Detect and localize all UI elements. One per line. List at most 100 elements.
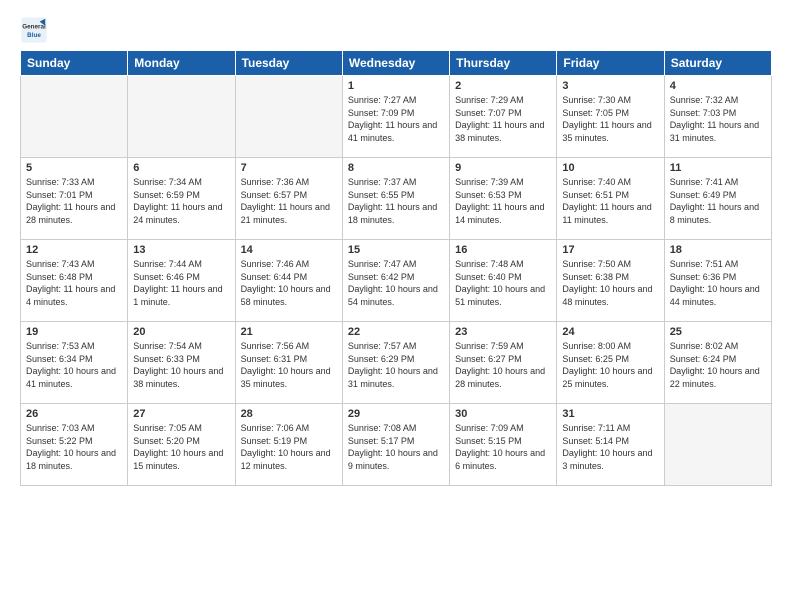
weekday-header-wednesday: Wednesday	[342, 51, 449, 76]
calendar-cell: 6 Sunrise: 7:34 AMSunset: 6:59 PMDayligh…	[128, 158, 235, 240]
day-number: 1	[348, 80, 444, 92]
day-number: 26	[26, 408, 122, 420]
calendar-cell: 16 Sunrise: 7:48 AMSunset: 6:40 PMDaylig…	[450, 240, 557, 322]
calendar-cell: 20 Sunrise: 7:54 AMSunset: 6:33 PMDaylig…	[128, 322, 235, 404]
day-number: 18	[670, 244, 766, 256]
day-info: Sunrise: 7:05 AMSunset: 5:20 PMDaylight:…	[133, 422, 229, 472]
day-info: Sunrise: 7:36 AMSunset: 6:57 PMDaylight:…	[241, 176, 337, 226]
day-number: 27	[133, 408, 229, 420]
calendar-cell	[128, 76, 235, 158]
day-info: Sunrise: 7:11 AMSunset: 5:14 PMDaylight:…	[562, 422, 658, 472]
day-number: 17	[562, 244, 658, 256]
weekday-header-thursday: Thursday	[450, 51, 557, 76]
day-info: Sunrise: 7:39 AMSunset: 6:53 PMDaylight:…	[455, 176, 551, 226]
day-info: Sunrise: 7:33 AMSunset: 7:01 PMDaylight:…	[26, 176, 122, 226]
day-info: Sunrise: 7:53 AMSunset: 6:34 PMDaylight:…	[26, 340, 122, 390]
week-row-3: 12 Sunrise: 7:43 AMSunset: 6:48 PMDaylig…	[21, 240, 772, 322]
day-info: Sunrise: 7:51 AMSunset: 6:36 PMDaylight:…	[670, 258, 766, 308]
day-number: 30	[455, 408, 551, 420]
logo-icon: General Blue	[20, 16, 48, 44]
calendar-cell: 31 Sunrise: 7:11 AMSunset: 5:14 PMDaylig…	[557, 404, 664, 486]
calendar-cell: 7 Sunrise: 7:36 AMSunset: 6:57 PMDayligh…	[235, 158, 342, 240]
calendar-cell: 27 Sunrise: 7:05 AMSunset: 5:20 PMDaylig…	[128, 404, 235, 486]
day-info: Sunrise: 7:09 AMSunset: 5:15 PMDaylight:…	[455, 422, 551, 472]
calendar-cell: 9 Sunrise: 7:39 AMSunset: 6:53 PMDayligh…	[450, 158, 557, 240]
day-number: 14	[241, 244, 337, 256]
day-info: Sunrise: 7:03 AMSunset: 5:22 PMDaylight:…	[26, 422, 122, 472]
day-number: 25	[670, 326, 766, 338]
day-number: 12	[26, 244, 122, 256]
day-number: 3	[562, 80, 658, 92]
calendar-cell: 22 Sunrise: 7:57 AMSunset: 6:29 PMDaylig…	[342, 322, 449, 404]
day-info: Sunrise: 7:40 AMSunset: 6:51 PMDaylight:…	[562, 176, 658, 226]
day-info: Sunrise: 7:08 AMSunset: 5:17 PMDaylight:…	[348, 422, 444, 472]
day-number: 19	[26, 326, 122, 338]
day-number: 29	[348, 408, 444, 420]
day-info: Sunrise: 8:02 AMSunset: 6:24 PMDaylight:…	[670, 340, 766, 390]
day-number: 10	[562, 162, 658, 174]
calendar-cell: 11 Sunrise: 7:41 AMSunset: 6:49 PMDaylig…	[664, 158, 771, 240]
weekday-header-sunday: Sunday	[21, 51, 128, 76]
header: General Blue	[20, 16, 772, 44]
calendar-cell: 10 Sunrise: 7:40 AMSunset: 6:51 PMDaylig…	[557, 158, 664, 240]
calendar-cell: 25 Sunrise: 8:02 AMSunset: 6:24 PMDaylig…	[664, 322, 771, 404]
day-info: Sunrise: 7:50 AMSunset: 6:38 PMDaylight:…	[562, 258, 658, 308]
calendar-cell: 17 Sunrise: 7:50 AMSunset: 6:38 PMDaylig…	[557, 240, 664, 322]
calendar-table: SundayMondayTuesdayWednesdayThursdayFrid…	[20, 50, 772, 486]
day-info: Sunrise: 8:00 AMSunset: 6:25 PMDaylight:…	[562, 340, 658, 390]
calendar-cell	[21, 76, 128, 158]
day-number: 31	[562, 408, 658, 420]
calendar-cell: 30 Sunrise: 7:09 AMSunset: 5:15 PMDaylig…	[450, 404, 557, 486]
day-number: 6	[133, 162, 229, 174]
week-row-4: 19 Sunrise: 7:53 AMSunset: 6:34 PMDaylig…	[21, 322, 772, 404]
day-info: Sunrise: 7:27 AMSunset: 7:09 PMDaylight:…	[348, 94, 444, 144]
day-info: Sunrise: 7:54 AMSunset: 6:33 PMDaylight:…	[133, 340, 229, 390]
day-number: 21	[241, 326, 337, 338]
day-info: Sunrise: 7:43 AMSunset: 6:48 PMDaylight:…	[26, 258, 122, 308]
day-number: 13	[133, 244, 229, 256]
calendar-cell	[235, 76, 342, 158]
day-info: Sunrise: 7:46 AMSunset: 6:44 PMDaylight:…	[241, 258, 337, 308]
day-info: Sunrise: 7:06 AMSunset: 5:19 PMDaylight:…	[241, 422, 337, 472]
day-info: Sunrise: 7:48 AMSunset: 6:40 PMDaylight:…	[455, 258, 551, 308]
svg-text:General: General	[22, 24, 46, 31]
calendar-cell: 29 Sunrise: 7:08 AMSunset: 5:17 PMDaylig…	[342, 404, 449, 486]
day-info: Sunrise: 7:37 AMSunset: 6:55 PMDaylight:…	[348, 176, 444, 226]
day-info: Sunrise: 7:59 AMSunset: 6:27 PMDaylight:…	[455, 340, 551, 390]
day-number: 9	[455, 162, 551, 174]
svg-text:Blue: Blue	[27, 32, 41, 39]
day-info: Sunrise: 7:29 AMSunset: 7:07 PMDaylight:…	[455, 94, 551, 144]
calendar-cell: 15 Sunrise: 7:47 AMSunset: 6:42 PMDaylig…	[342, 240, 449, 322]
calendar-cell: 4 Sunrise: 7:32 AMSunset: 7:03 PMDayligh…	[664, 76, 771, 158]
day-number: 22	[348, 326, 444, 338]
day-number: 11	[670, 162, 766, 174]
day-info: Sunrise: 7:56 AMSunset: 6:31 PMDaylight:…	[241, 340, 337, 390]
weekday-header-tuesday: Tuesday	[235, 51, 342, 76]
day-number: 28	[241, 408, 337, 420]
day-number: 20	[133, 326, 229, 338]
page: General Blue SundayMondayTuesdayWednesda…	[0, 0, 792, 612]
logo: General Blue	[20, 16, 50, 44]
day-number: 15	[348, 244, 444, 256]
calendar-cell: 5 Sunrise: 7:33 AMSunset: 7:01 PMDayligh…	[21, 158, 128, 240]
calendar-cell: 2 Sunrise: 7:29 AMSunset: 7:07 PMDayligh…	[450, 76, 557, 158]
week-row-5: 26 Sunrise: 7:03 AMSunset: 5:22 PMDaylig…	[21, 404, 772, 486]
day-info: Sunrise: 7:41 AMSunset: 6:49 PMDaylight:…	[670, 176, 766, 226]
weekday-header-saturday: Saturday	[664, 51, 771, 76]
calendar-cell: 28 Sunrise: 7:06 AMSunset: 5:19 PMDaylig…	[235, 404, 342, 486]
calendar-cell: 3 Sunrise: 7:30 AMSunset: 7:05 PMDayligh…	[557, 76, 664, 158]
day-info: Sunrise: 7:30 AMSunset: 7:05 PMDaylight:…	[562, 94, 658, 144]
day-info: Sunrise: 7:34 AMSunset: 6:59 PMDaylight:…	[133, 176, 229, 226]
weekday-header-friday: Friday	[557, 51, 664, 76]
calendar-cell: 19 Sunrise: 7:53 AMSunset: 6:34 PMDaylig…	[21, 322, 128, 404]
day-number: 5	[26, 162, 122, 174]
weekday-header-row: SundayMondayTuesdayWednesdayThursdayFrid…	[21, 51, 772, 76]
day-number: 2	[455, 80, 551, 92]
week-row-2: 5 Sunrise: 7:33 AMSunset: 7:01 PMDayligh…	[21, 158, 772, 240]
calendar-cell: 14 Sunrise: 7:46 AMSunset: 6:44 PMDaylig…	[235, 240, 342, 322]
day-number: 7	[241, 162, 337, 174]
day-number: 4	[670, 80, 766, 92]
calendar-cell	[664, 404, 771, 486]
day-number: 16	[455, 244, 551, 256]
calendar-cell: 26 Sunrise: 7:03 AMSunset: 5:22 PMDaylig…	[21, 404, 128, 486]
